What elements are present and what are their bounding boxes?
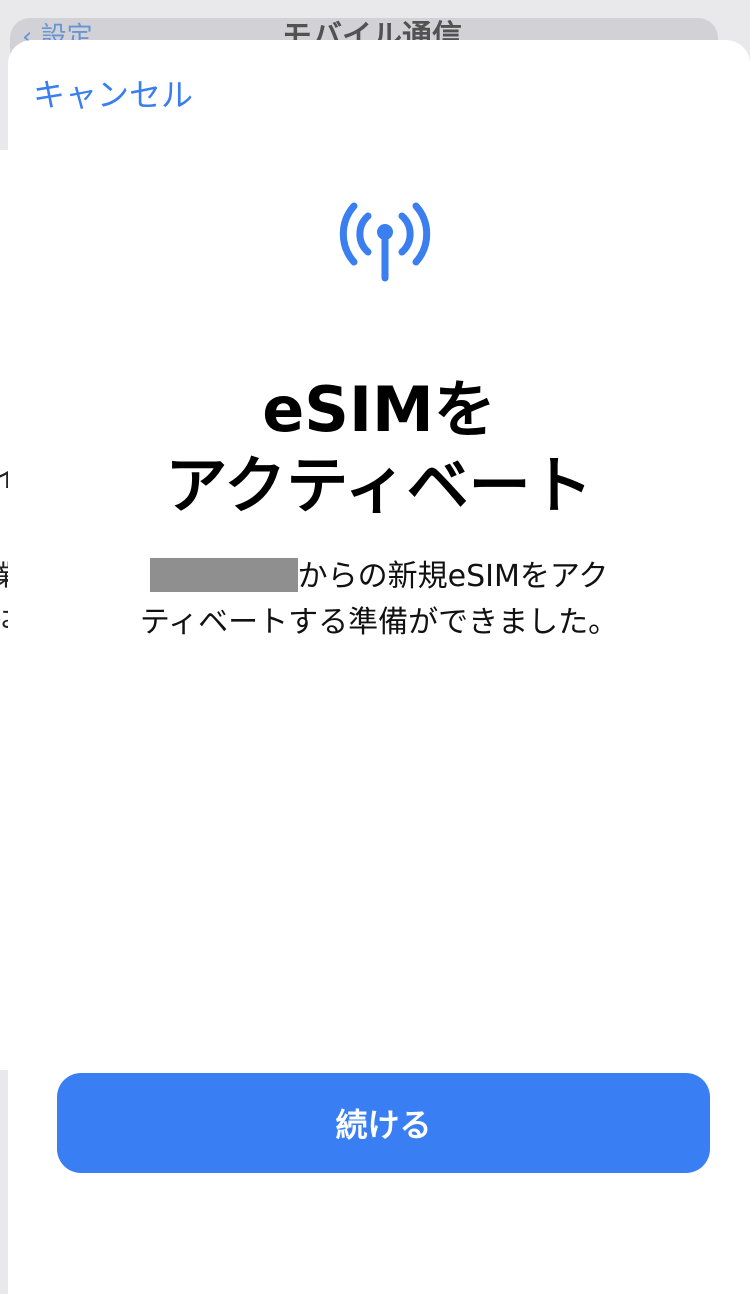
description-line: ティベートする準備ができました。: [139, 605, 619, 640]
description: からの新規eSIMをアク ティベートする準備ができました。: [8, 554, 750, 646]
description-text: からの新規eSIMをアク: [297, 559, 609, 594]
esim-activation-sheet: キャンセル eSIMを アクティベート からの新規eSIMをアク ティベートする…: [8, 40, 750, 1294]
continue-button[interactable]: 続ける: [57, 1073, 710, 1173]
page-title: eSIMを アクティベート: [8, 372, 750, 524]
redacted-carrier-name: [149, 558, 298, 592]
title-line: アクティベート: [165, 449, 593, 522]
cancel-button[interactable]: キャンセル: [33, 76, 193, 114]
title-line: eSIMを: [262, 373, 496, 446]
description-line: からの新規eSIMをアク: [8, 554, 750, 600]
antenna-signal-icon: [339, 202, 431, 282]
